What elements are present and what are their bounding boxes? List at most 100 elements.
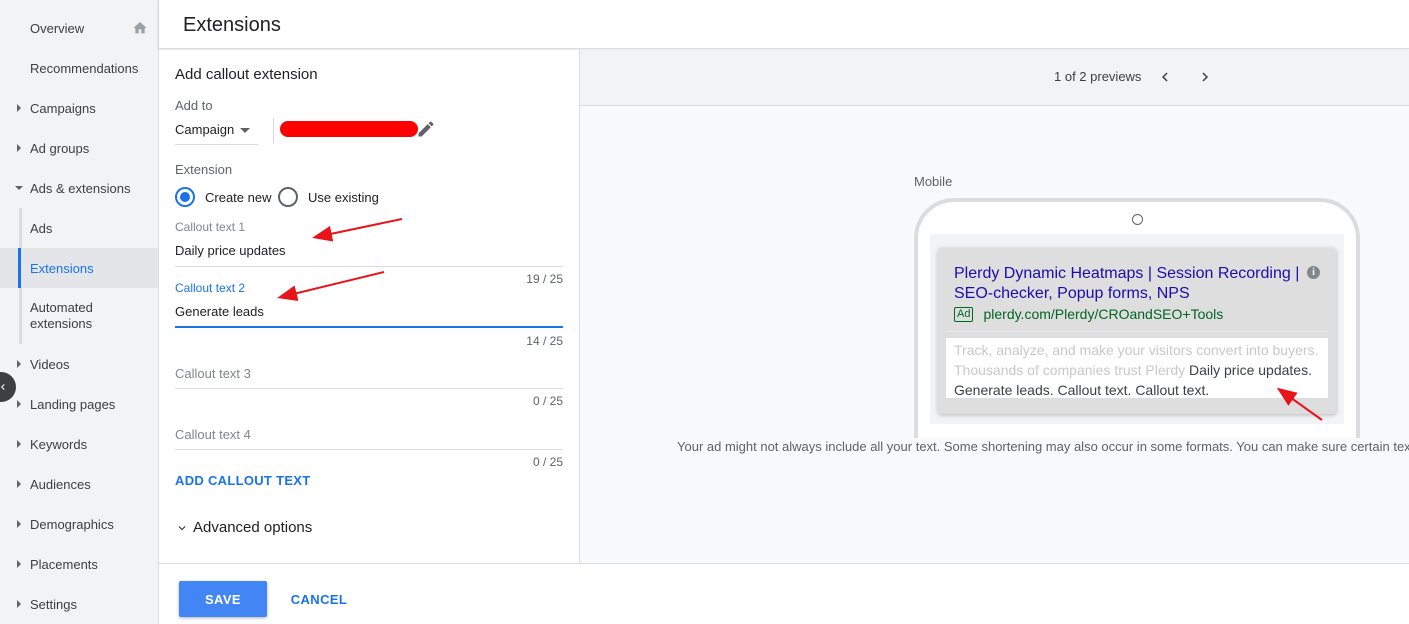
callout-field-label: Callout text 1 <box>175 220 246 234</box>
callout-field-label: Callout text 3 <box>175 366 251 381</box>
mobile-device-frame: Plerdy Dynamic Heatmaps | Session Record… <box>914 198 1360 438</box>
field-underline <box>175 326 563 328</box>
sidebar-item-overview[interactable]: Overview <box>0 8 158 48</box>
form-heading: Add callout extension <box>175 66 318 83</box>
use-existing-radio[interactable] <box>278 187 298 207</box>
field-underline <box>175 266 563 267</box>
char-counter: 0 / 25 <box>532 394 563 408</box>
callout-field-label: Callout text 4 <box>175 427 251 442</box>
add-to-label: Add to <box>175 98 213 113</box>
field-underline <box>175 388 563 389</box>
dropdown-arrow-icon <box>240 128 250 133</box>
use-existing-label: Use existing <box>308 190 379 205</box>
advanced-options-label: Advanced options <box>193 519 313 536</box>
callout-field-2[interactable]: Callout text 2 Generate leads 14 / 25 <box>175 279 563 349</box>
sidebar-item-extensions[interactable]: Extensions <box>0 248 158 288</box>
sidebar-item-automated-extensions[interactable]: Automated extensions <box>0 288 158 344</box>
sidebar-item-label: Ad groups <box>30 140 90 156</box>
callout-field-3[interactable]: Callout text 3 0 / 25 <box>175 364 563 434</box>
mobile-screen: Plerdy Dynamic Heatmaps | Session Record… <box>930 234 1344 424</box>
caret-right-icon <box>17 144 21 152</box>
sidebar-item-settings[interactable]: Settings <box>0 584 158 624</box>
sidebar-item-label: Ads <box>30 220 53 236</box>
create-new-label: Create new <box>205 190 272 205</box>
ad-display-url: plerdy.com/Plerdy/CROandSEO+Tools <box>983 306 1224 322</box>
edit-pencil-icon[interactable] <box>416 119 436 139</box>
add-callout-text-button[interactable]: ADD CALLOUT TEXT <box>175 473 311 488</box>
chevron-down-icon <box>178 525 186 530</box>
chevron-right-icon[interactable] <box>1196 68 1214 86</box>
sidebar-item-label: Placements <box>30 556 98 572</box>
sidebar-item-ads[interactable]: Ads <box>0 208 158 248</box>
char-counter: 0 / 25 <box>532 455 563 469</box>
sidebar-item-ad-groups[interactable]: Ad groups <box>0 128 158 168</box>
sidebar-item-label: Recommendations <box>30 60 139 76</box>
sidebar-item-placements[interactable]: Placements <box>0 544 158 584</box>
ad-callout-text: Daily price updates. <box>1189 362 1312 378</box>
ad-preview-panel: 1 of 2 previews Mobile Plerdy Dynamic He… <box>580 50 1409 563</box>
page-title: Extensions <box>183 14 281 36</box>
preview-counter: 1 of 2 previews <box>1054 69 1142 84</box>
sidebar-item-label: Keywords <box>30 436 88 452</box>
sidebar-item-label: Overview <box>30 20 85 36</box>
caret-right-icon <box>17 600 21 608</box>
active-indicator <box>18 248 21 288</box>
form-footer: SAVE CANCEL <box>159 563 1409 624</box>
sidebar-item-label: Landing pages <box>30 396 116 412</box>
divider <box>273 118 274 144</box>
ad-badge: Ad <box>954 306 974 322</box>
sidebar-item-videos[interactable]: Videos <box>0 344 158 384</box>
home-icon <box>133 22 147 34</box>
chevron-left-icon[interactable] <box>1156 68 1174 86</box>
caret-right-icon <box>17 480 21 488</box>
sidebar-item-ads-extensions[interactable]: Ads & extensions <box>0 168 158 208</box>
device-label: Mobile <box>914 174 953 189</box>
sidebar-item-label: Automated extensions <box>30 300 93 331</box>
ad-description-faded: Track, analyze, and make your visitors c… <box>954 342 1319 358</box>
sidebar-item-recommendations[interactable]: Recommendations <box>0 48 158 88</box>
advanced-options-toggle[interactable]: Advanced options <box>175 519 312 536</box>
char-counter: 14 / 25 <box>526 334 563 348</box>
ad-callout-text: Generate leads. Callout text. Callout te… <box>954 382 1210 398</box>
sidebar-item-label: Ads & extensions <box>30 180 131 196</box>
sidebar-item-keywords[interactable]: Keywords <box>0 424 158 464</box>
divider <box>946 331 1328 332</box>
ad-description-faded: Thousands of companies trust Plerdy <box>954 362 1186 378</box>
level-select-value: Campaign <box>175 122 235 137</box>
sidebar-item-demographics[interactable]: Demographics <box>0 504 158 544</box>
sidebar-item-label: Settings <box>30 596 77 612</box>
preview-toolbar: 1 of 2 previews <box>580 50 1409 106</box>
callout-field-label: Callout text 2 <box>175 281 246 295</box>
save-button[interactable]: SAVE <box>179 581 267 617</box>
sidebar-item-label: Audiences <box>30 476 91 492</box>
page-header: Extensions <box>159 0 1409 49</box>
callout-field-value[interactable]: Daily price updates <box>175 243 286 258</box>
callout-field-value[interactable]: Generate leads <box>175 304 264 319</box>
preview-disclaimer: Your ad might not always include all you… <box>677 439 1409 454</box>
ad-description: Track, analyze, and make your visitors c… <box>946 338 1328 398</box>
info-icon[interactable]: i <box>1307 266 1320 279</box>
caret-right-icon <box>17 440 21 448</box>
sidebar: Overview Recommendations Campaigns Ad gr… <box>0 0 159 624</box>
sidebar-item-label: Extensions <box>30 260 94 276</box>
caret-right-icon <box>17 360 21 368</box>
callout-field-1[interactable]: Callout text 1 Daily price updates 19 / … <box>175 218 563 288</box>
caret-right-icon <box>17 104 21 112</box>
camera-icon <box>1132 214 1143 225</box>
callout-form: Add callout extension Add to Campaign Ex… <box>159 50 580 563</box>
sidebar-item-campaigns[interactable]: Campaigns <box>0 88 158 128</box>
cancel-button[interactable]: CANCEL <box>279 581 359 617</box>
sidebar-item-audiences[interactable]: Audiences <box>0 464 158 504</box>
caret-right-icon <box>17 560 21 568</box>
caret-right-icon <box>17 520 21 528</box>
sidebar-item-landing-pages[interactable]: Landing pages <box>0 384 158 424</box>
field-underline <box>175 449 563 450</box>
caret-down-icon <box>15 186 23 190</box>
sidebar-item-label: Videos <box>30 356 70 372</box>
create-new-radio[interactable] <box>175 187 195 207</box>
chevron-left-icon <box>1 384 5 390</box>
level-select[interactable]: Campaign <box>175 118 258 145</box>
ad-card: Plerdy Dynamic Heatmaps | Session Record… <box>938 248 1336 414</box>
redacted-campaign-name <box>280 121 418 137</box>
sidebar-item-label: Campaigns <box>30 100 96 116</box>
